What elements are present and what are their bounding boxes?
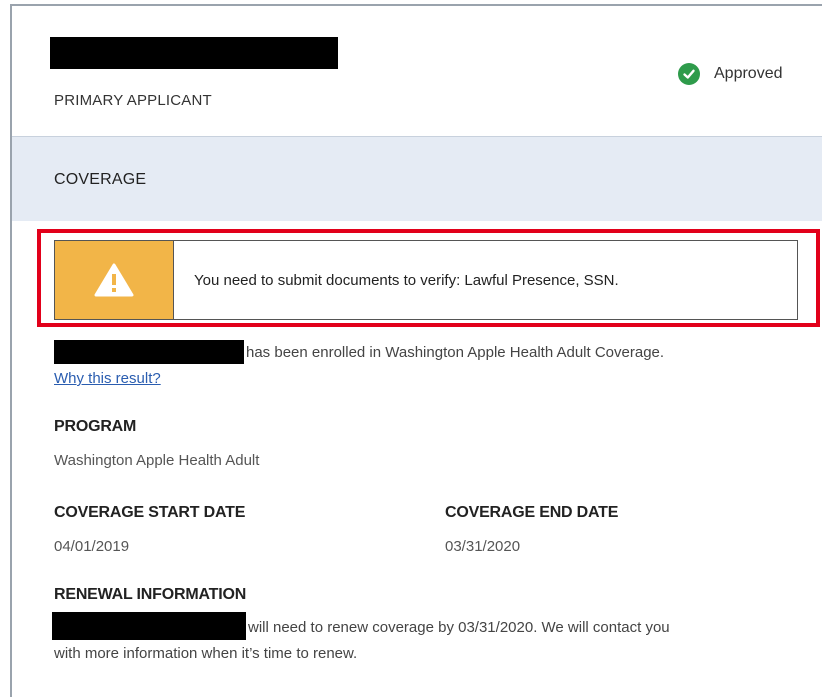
check-circle-icon — [678, 63, 700, 85]
enrollment-text: has been enrolled in Washington Apple He… — [246, 344, 665, 361]
renewal-label: RENEWAL INFORMATION — [54, 586, 247, 603]
coverage-section-title: COVERAGE — [54, 171, 147, 188]
status-badge: Approved — [678, 63, 783, 85]
why-this-result-link[interactable]: Why this result? — [54, 370, 161, 387]
status-label: Approved — [714, 65, 783, 82]
program-value: Washington Apple Health Adult — [54, 452, 260, 469]
redacted-enrollee-name — [54, 340, 244, 364]
redacted-applicant-name — [50, 37, 338, 69]
alert-message: You need to submit documents to verify: … — [194, 271, 619, 289]
coverage-end-label: COVERAGE END DATE — [445, 504, 619, 521]
redacted-renewal-name — [52, 612, 246, 640]
warning-icon-box — [55, 241, 174, 319]
document-alert: You need to submit documents to verify: … — [54, 240, 798, 320]
renewal-text-line1: will need to renew coverage by 03/31/202… — [248, 619, 670, 636]
coverage-section-header: COVERAGE — [12, 136, 822, 221]
coverage-start-label: COVERAGE START DATE — [54, 504, 246, 521]
coverage-end-value: 03/31/2020 — [445, 538, 521, 555]
renewal-text-line2: with more information when it’s time to … — [54, 645, 358, 662]
coverage-start-value: 04/01/2019 — [54, 538, 130, 555]
applicant-role-label: PRIMARY APPLICANT — [54, 92, 212, 109]
warning-icon — [94, 263, 134, 297]
program-label: PROGRAM — [54, 418, 137, 435]
